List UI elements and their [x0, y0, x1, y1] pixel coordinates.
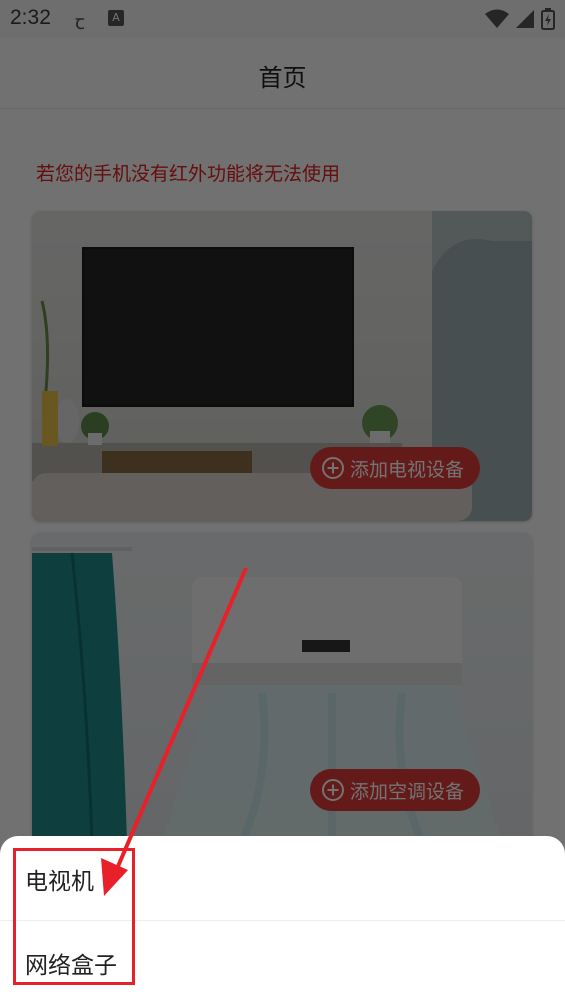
sheet-item-network-box-label: 网络盒子: [25, 953, 117, 979]
add-ac-device-label: 添加空调设备: [350, 780, 465, 803]
add-ac-device-button[interactable]: 添加空调设备: [310, 769, 481, 811]
sheet-item-network-box[interactable]: 网络盒子: [0, 922, 565, 1004]
add-circle-icon: [322, 779, 344, 801]
app-bar: 首页: [0, 38, 565, 109]
status-time: 2:32: [10, 6, 51, 29]
status-bar: 2:32 ꞇ A: [0, 0, 565, 38]
tv-device-card[interactable]: 添加电视设备: [32, 211, 532, 521]
app-notification-icon: ꞇ: [75, 10, 85, 34]
sheet-item-tv-label: 电视机: [25, 869, 94, 895]
add-tv-device-button[interactable]: 添加电视设备: [310, 447, 481, 489]
cellular-signal-icon: [516, 10, 534, 28]
add-circle-icon: [322, 457, 344, 479]
sheet-divider: [0, 920, 565, 921]
ac-device-card[interactable]: 添加空调设备: [32, 533, 532, 843]
add-tv-device-label: 添加电视设备: [350, 458, 465, 481]
battery-charging-icon: [541, 8, 555, 30]
a-badge-icon: A: [108, 10, 124, 26]
device-type-sheet: 电视机 网络盒子: [0, 836, 565, 1004]
page-title: 首页: [258, 64, 307, 92]
wifi-icon: [485, 9, 509, 28]
sheet-item-tv[interactable]: 电视机: [0, 838, 565, 920]
status-indicators: [485, 8, 555, 30]
infrared-warning-text: 若您的手机没有红外功能将无法使用: [36, 163, 341, 185]
